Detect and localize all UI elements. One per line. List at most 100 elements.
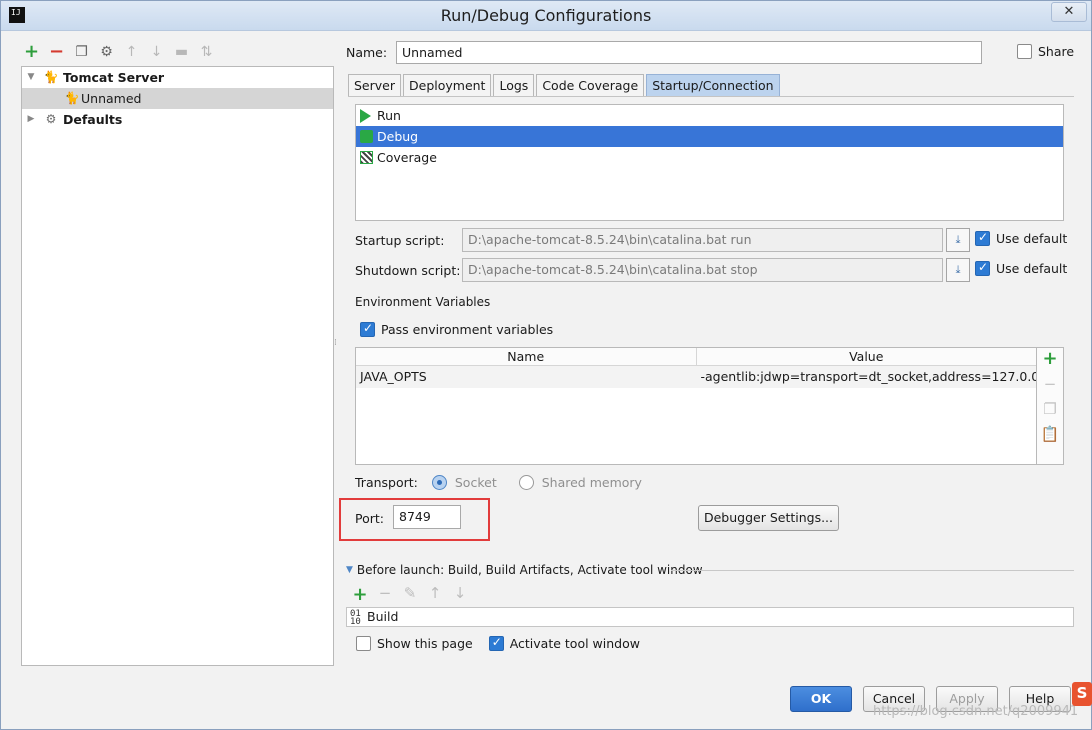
shutdown-script-label: Shutdown script:	[355, 263, 461, 278]
column-header-value[interactable]: Value	[697, 348, 1037, 365]
add-icon[interactable]: +	[21, 42, 42, 62]
remove-icon[interactable]: −	[46, 42, 67, 62]
coverage-icon	[360, 151, 373, 164]
pass-env-checkbox[interactable]	[360, 321, 375, 337]
share-label: Share	[1038, 44, 1075, 59]
close-icon[interactable]: ✕	[1051, 2, 1087, 22]
tab-deployment[interactable]: Deployment	[403, 74, 492, 97]
tab-code-coverage[interactable]: Code Coverage	[536, 74, 645, 97]
socket-label: Socket	[454, 475, 497, 490]
debugger-settings-button[interactable]: Debugger Settings...	[698, 505, 839, 531]
transport-label: Transport:	[355, 475, 418, 490]
share-checkbox-group[interactable]: Share	[1017, 44, 1074, 59]
copy-icon[interactable]: ❐	[1037, 398, 1063, 423]
collapse-arrow-icon[interactable]: ▼	[346, 565, 353, 575]
move-down-icon[interactable]: ↓	[450, 584, 470, 605]
add-icon[interactable]: +	[1037, 348, 1063, 373]
edit-defaults-icon[interactable]: ⚙	[96, 42, 117, 62]
shutdown-script-field[interactable]: D:\apache-tomcat-8.5.24\bin\catalina.bat…	[462, 258, 943, 282]
column-header-name[interactable]: Name	[356, 348, 697, 365]
wrench-icon: ⚙	[45, 112, 57, 126]
window-title: Run/Debug Configurations	[440, 6, 652, 25]
sort-icon[interactable]: ⇅	[196, 42, 217, 62]
splitter-handle[interactable]: ⁞	[334, 339, 338, 355]
startup-script-field[interactable]: D:\apache-tomcat-8.5.24\bin\catalina.bat…	[462, 228, 943, 252]
pass-env-checkbox-group[interactable]: Pass environment variables	[360, 321, 554, 337]
share-checkbox[interactable]	[1017, 44, 1032, 59]
port-label: Port:	[355, 511, 384, 526]
build-icon: 01 10	[350, 609, 361, 627]
tab-server[interactable]: Server	[348, 74, 401, 97]
browse-icon[interactable]: ⤓	[946, 228, 970, 252]
tree-item-label: Tomcat Server	[63, 70, 165, 85]
socket-radio[interactable]	[431, 475, 447, 490]
tree-item-label: Unnamed	[81, 91, 142, 106]
before-launch-header[interactable]: ▼ Before launch: Build, Build Artifacts,…	[346, 563, 703, 577]
tomcat-icon: 🐈	[64, 91, 80, 105]
name-label: Name:	[346, 45, 388, 60]
mode-run[interactable]: Run	[356, 105, 1063, 126]
tree-item-tomcat-server[interactable]: ▼ 🐈 Tomcat Server	[22, 67, 333, 88]
env-table-toolbar: + − ❐ 📋	[1037, 347, 1064, 465]
config-tree: ▼ 🐈 Tomcat Server 🐈 Unnamed ▶ ⚙ Defaults	[21, 66, 334, 666]
show-page-checkbox[interactable]	[356, 636, 371, 651]
edit-icon[interactable]: ✎	[400, 584, 420, 605]
use-default-label: Use default	[996, 261, 1068, 276]
env-section-label: Environment Variables	[355, 295, 491, 309]
collapse-arrow-icon[interactable]: ▶	[26, 109, 36, 130]
move-up-icon[interactable]: ↑	[425, 584, 445, 605]
watermark-text: https://blog.csdn.net/q2009941	[873, 704, 1079, 719]
remove-icon[interactable]: −	[1037, 373, 1063, 398]
config-toolbar: + − ❐ ⚙ ↑ ↓ ▬ ⇅	[21, 41, 217, 63]
shared-memory-radio[interactable]	[518, 475, 534, 490]
port-input[interactable]: 8749	[393, 505, 461, 529]
expand-arrow-icon[interactable]: ▼	[26, 67, 36, 88]
tree-item-defaults[interactable]: ▶ ⚙ Defaults	[22, 109, 333, 130]
move-up-icon[interactable]: ↑	[121, 42, 142, 62]
shutdown-use-default[interactable]: Use default	[975, 260, 1068, 276]
mode-debug[interactable]: Debug	[356, 126, 1063, 147]
bottom-checkbox-group: Show this page Activate tool window	[356, 635, 640, 651]
browse-icon[interactable]: ⤓	[946, 258, 970, 282]
list-item[interactable]: Build	[367, 609, 398, 624]
title-bar: IJ Run/Debug Configurations ✕	[1, 1, 1091, 31]
add-icon[interactable]: +	[350, 584, 370, 605]
copy-icon[interactable]: ❐	[71, 42, 92, 62]
mode-coverage[interactable]: Coverage	[356, 147, 1063, 168]
startup-script-label: Startup script:	[355, 233, 445, 248]
use-default-checkbox[interactable]	[975, 260, 990, 276]
dialog-body: + − ❐ ⚙ ↑ ↓ ▬ ⇅ ▼ 🐈 Tomcat Server 🐈 Unna…	[1, 31, 1092, 729]
table-row[interactable]: JAVA_OPTS -agentlib:jdwp=transport=dt_so…	[356, 366, 1036, 388]
mode-label: Run	[377, 108, 401, 123]
mode-list: Run Debug Coverage	[355, 104, 1064, 221]
activate-tool-window-label: Activate tool window	[509, 636, 640, 651]
run-icon	[360, 109, 371, 123]
tree-item-label: Defaults	[63, 112, 123, 127]
debug-icon	[360, 130, 373, 143]
shared-memory-label: Shared memory	[541, 475, 642, 490]
folder-icon[interactable]: ▬	[171, 42, 192, 62]
tree-item-unnamed[interactable]: 🐈 Unnamed	[22, 88, 333, 109]
before-launch-label: Before launch: Build, Build Artifacts, A…	[356, 563, 703, 577]
use-default-checkbox[interactable]	[975, 230, 990, 246]
tomcat-icon: 🐈	[43, 70, 59, 84]
env-value-cell[interactable]: -agentlib:jdwp=transport=dt_socket,addre…	[697, 366, 1037, 388]
tab-bar: Server Deployment Logs Code Coverage Sta…	[348, 74, 782, 97]
activate-tool-window-checkbox[interactable]	[488, 635, 504, 651]
pass-env-label: Pass environment variables	[381, 322, 554, 337]
use-default-label: Use default	[996, 231, 1068, 246]
tab-logs[interactable]: Logs	[493, 74, 535, 97]
tab-startup-connection[interactable]: Startup/Connection	[646, 74, 780, 97]
startup-use-default[interactable]: Use default	[975, 230, 1068, 246]
paste-icon[interactable]: 📋	[1037, 423, 1063, 448]
before-launch-toolbar: + − ✎ ↑ ↓	[350, 584, 470, 605]
env-table: Name Value JAVA_OPTS -agentlib:jdwp=tran…	[355, 347, 1037, 465]
move-down-icon[interactable]: ↓	[146, 42, 167, 62]
ok-button[interactable]: OK	[790, 686, 852, 712]
mode-label: Debug	[377, 129, 419, 144]
env-name-cell[interactable]: JAVA_OPTS	[356, 366, 697, 388]
remove-icon[interactable]: −	[375, 584, 395, 605]
name-input[interactable]: Unnamed	[396, 41, 982, 64]
separator-line	[671, 570, 1074, 571]
transport-group: Transport: Socket Shared memory	[355, 475, 642, 490]
